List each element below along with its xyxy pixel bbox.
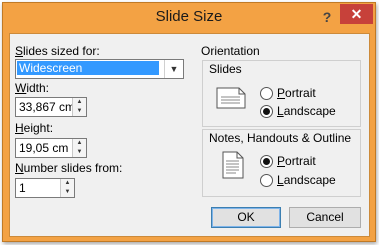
slides-landscape-radio[interactable] (260, 105, 273, 118)
notes-portrait-radio[interactable] (260, 155, 273, 168)
notes-portrait-label[interactable]: Portrait (277, 154, 316, 168)
portrait-page-icon (222, 151, 244, 179)
slide-size-dialog: Slide Size ? ✕ Slides sized for: Widescr… (2, 2, 376, 242)
width-spin-buttons: ▲ ▼ (72, 98, 86, 116)
dialog-body: Slides sized for: Widescreen ▼ Width: 33… (9, 33, 370, 237)
slides-portrait-radio[interactable] (260, 87, 273, 100)
spin-down-icon[interactable]: ▼ (73, 148, 86, 157)
slides-landscape-label[interactable]: Landscape (277, 104, 336, 118)
chevron-down-icon[interactable]: ▼ (164, 60, 183, 78)
height-spinner[interactable]: 19,05 cm ▲ ▼ (15, 138, 87, 158)
height-value[interactable]: 19,05 cm (19, 141, 68, 155)
number-slides-from-label: Number slides from: (15, 161, 123, 175)
spin-down-icon[interactable]: ▼ (61, 188, 74, 197)
orientation-heading: Orientation (201, 44, 260, 58)
width-value[interactable]: 33,867 cm (19, 100, 75, 114)
width-label: Width: (15, 81, 50, 95)
notes-group-heading: Notes, Handouts & Outline (209, 131, 352, 145)
close-icon[interactable]: ✕ (340, 4, 373, 24)
ok-button[interactable]: OK (211, 207, 281, 228)
height-label: Height: (15, 121, 54, 135)
slides-sized-for-value: Widescreen (17, 61, 159, 75)
height-spin-buttons: ▲ ▼ (72, 139, 86, 157)
landscape-page-icon (216, 87, 246, 109)
help-icon[interactable]: ? (319, 8, 335, 26)
spin-down-icon[interactable]: ▼ (73, 107, 86, 116)
cancel-button[interactable]: Cancel (289, 207, 361, 228)
notes-landscape-radio[interactable] (260, 174, 273, 187)
slides-group-heading: Slides (209, 62, 242, 76)
number-slides-from-spin-buttons: ▲ ▼ (60, 179, 74, 197)
title-bar[interactable]: Slide Size ? ✕ (3, 3, 375, 33)
number-slides-from-spinner[interactable]: 1 ▲ ▼ (15, 178, 75, 198)
number-slides-from-value[interactable]: 1 (19, 181, 26, 195)
notes-landscape-label[interactable]: Landscape (277, 173, 336, 187)
slides-sized-for-dropdown[interactable]: Widescreen ▼ (15, 59, 184, 79)
slides-portrait-label[interactable]: Portrait (277, 86, 316, 100)
slides-sized-for-label: Slides sized for: (15, 44, 100, 58)
width-spinner[interactable]: 33,867 cm ▲ ▼ (15, 97, 87, 117)
